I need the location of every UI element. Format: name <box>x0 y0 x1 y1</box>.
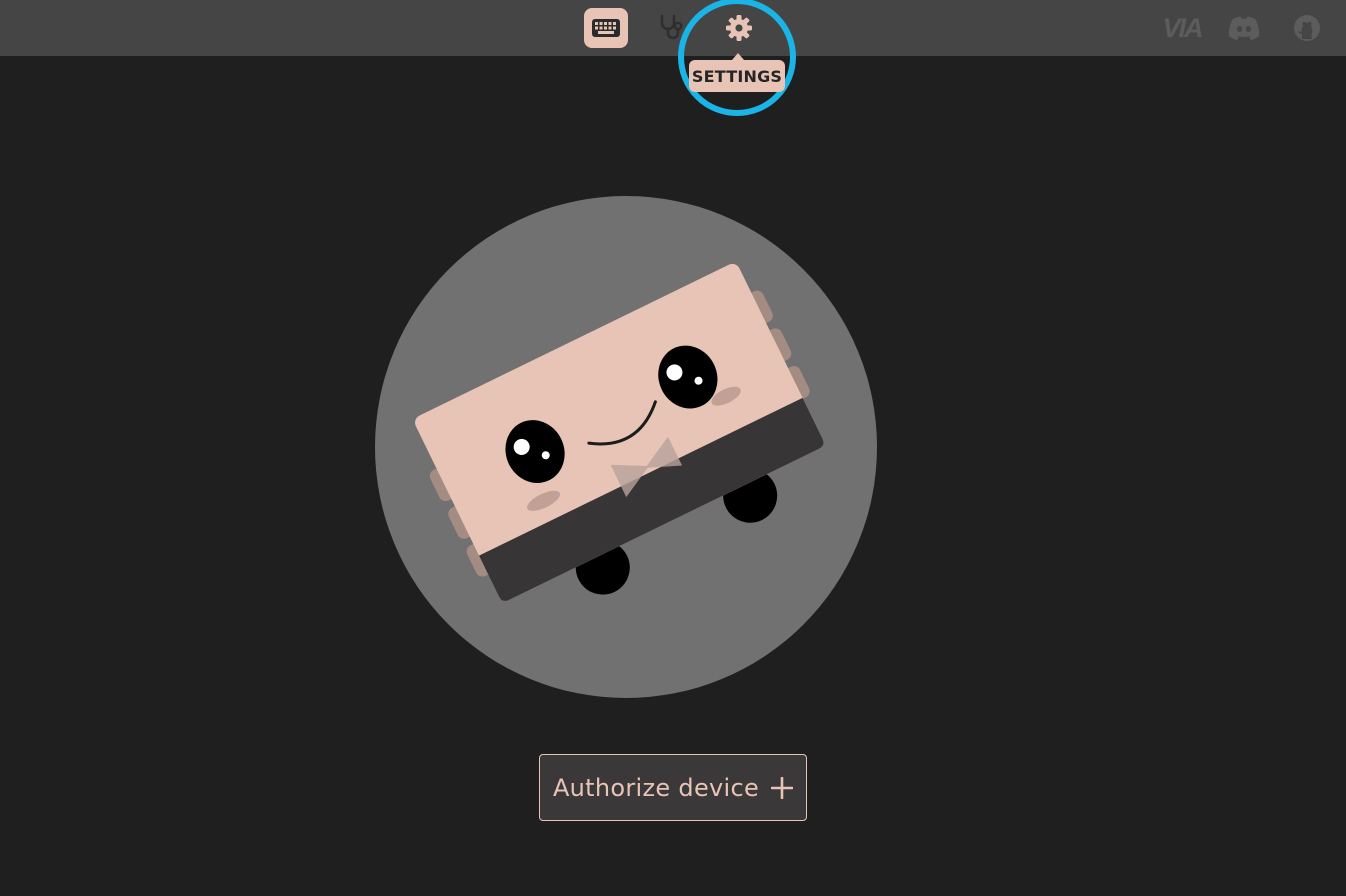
authorize-device-label: Authorize device <box>552 773 760 802</box>
top-navigation-bar: VIA <box>0 0 1346 56</box>
plus-icon <box>771 776 794 799</box>
settings-tooltip: SETTINGS <box>689 53 785 92</box>
discord-link[interactable] <box>1226 12 1262 44</box>
authorize-device-button[interactable]: Authorize device <box>539 754 807 821</box>
github-icon <box>1294 15 1320 41</box>
github-link[interactable] <box>1290 12 1324 44</box>
keyboard-mascot-illustration <box>375 196 877 698</box>
keyboard-icon <box>592 19 620 37</box>
nav-configure-button[interactable] <box>584 8 628 48</box>
via-logo-link[interactable]: VIA <box>1158 12 1206 44</box>
discord-icon <box>1228 16 1260 40</box>
via-logo-text: VIA <box>1162 12 1203 43</box>
